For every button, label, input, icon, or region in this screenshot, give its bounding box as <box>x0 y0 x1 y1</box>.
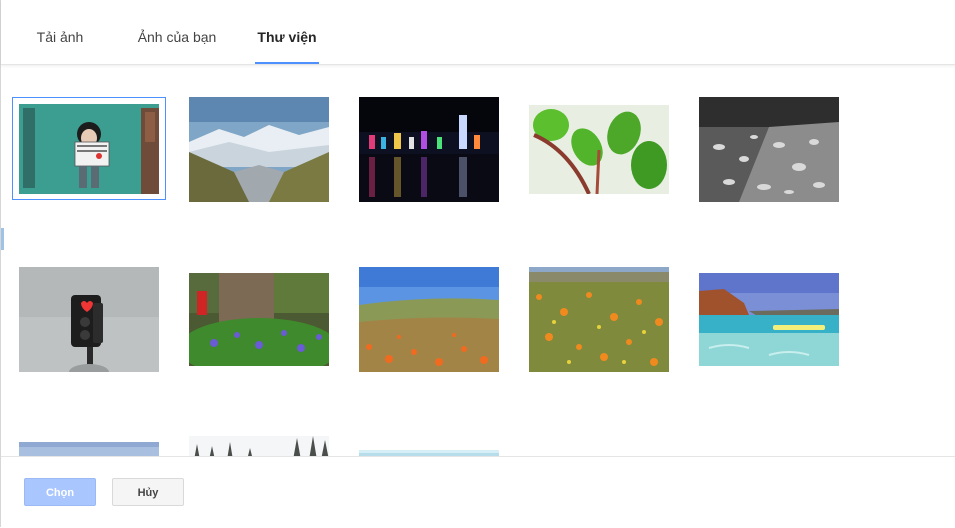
tab-library[interactable]: Thư viện <box>255 0 319 64</box>
gallery-image-mountain-valley[interactable] <box>189 97 329 202</box>
gallery-image-turquoise-bay[interactable] <box>699 273 839 366</box>
gallery-image-poppy-field[interactable] <box>529 267 669 372</box>
cancel-button[interactable]: Hủy <box>112 478 184 506</box>
gallery-image-traffic-light[interactable] <box>19 267 159 372</box>
mountain-valley-image <box>189 97 329 202</box>
green-leaves-image <box>529 105 669 194</box>
gallery-image-fallen-leaves[interactable] <box>699 97 839 202</box>
gallery-image-poppy-hill[interactable] <box>359 267 499 372</box>
tab-your-photos[interactable]: Ảnh của bạn <box>137 0 217 62</box>
forest-flowers-image <box>189 273 329 366</box>
gallery-image-green-leaves[interactable] <box>529 105 669 194</box>
image-grid <box>1 65 955 456</box>
gallery-image-sky-partial[interactable] <box>19 442 159 456</box>
fallen-leaves-image <box>699 97 839 202</box>
gallery-image-pine-trees-partial[interactable] <box>189 436 329 456</box>
tab-bar: Tải ảnh lên Ảnh của bạn Thư viện <box>1 0 955 120</box>
poppy-hill-image <box>359 267 499 372</box>
image-picker-dialog: Tải ảnh lên Ảnh của bạn Thư viện <box>0 0 955 528</box>
gallery-image-forest-flowers[interactable] <box>189 273 329 366</box>
poppy-field-image <box>529 267 669 372</box>
graffiti-child-image <box>19 104 159 194</box>
sky-partial-image <box>19 442 159 456</box>
traffic-light-image <box>19 267 159 372</box>
select-button[interactable]: Chọn <box>24 478 96 506</box>
pine-trees-partial-image <box>189 436 329 456</box>
action-bar: Chọn Hủy <box>1 456 955 528</box>
gallery-image-city-night[interactable] <box>359 97 499 202</box>
tab-upload[interactable]: Tải ảnh lên <box>26 0 94 120</box>
gallery-image-graffiti-child[interactable] <box>12 97 166 200</box>
city-night-image <box>359 97 499 202</box>
turquoise-bay-image <box>699 273 839 366</box>
